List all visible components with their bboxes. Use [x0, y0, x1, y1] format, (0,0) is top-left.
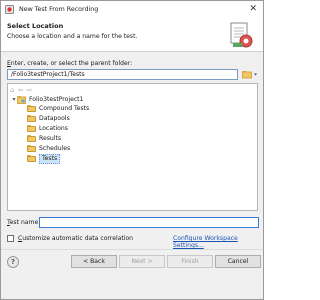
- folder-icon: [27, 125, 36, 132]
- tree-item-label: Schedules: [39, 145, 71, 152]
- tree-item-tests[interactable]: Tests: [27, 153, 61, 164]
- home-icon[interactable]: ⌂: [10, 86, 14, 94]
- tree-item-label: Compound Tests: [39, 105, 90, 112]
- wizard-header: Select Location Choose a location and a …: [1, 17, 263, 52]
- close-icon[interactable]: ✕: [249, 3, 257, 15]
- tree-item-schedules[interactable]: Schedules: [27, 144, 70, 153]
- data-correlation-checkbox[interactable]: [7, 235, 14, 242]
- parent-folder-prompt: Enter, create, or select the parent fold…: [7, 60, 132, 67]
- tree-item-label: Locations: [39, 125, 68, 132]
- data-correlation-option[interactable]: Customize automatic data correlation: [7, 235, 133, 242]
- page-title: Select Location: [7, 22, 64, 30]
- data-correlation-label: Customize automatic data correlation: [18, 235, 133, 242]
- test-wizard-banner-icon: [228, 21, 254, 49]
- page-description: Choose a location and a name for the tes…: [7, 33, 138, 40]
- tree-nav-bar: ⌂ ⇦ ⇨: [10, 86, 32, 94]
- prompt-text: nter, create, or select the parent folde…: [10, 60, 133, 67]
- wizard-window: New Test From Recording ✕ Select Locatio…: [0, 0, 264, 300]
- recorder-icon: [5, 4, 14, 14]
- folder-icon: [27, 135, 36, 142]
- next-button[interactable]: Next >: [119, 255, 165, 268]
- folder-picker-button[interactable]: [241, 69, 259, 80]
- title-bar: New Test From Recording ✕: [1, 1, 263, 17]
- tree-item-results[interactable]: Results: [27, 134, 61, 143]
- tree-item-label: Datapools: [39, 115, 70, 122]
- test-name-label: Test name:: [7, 219, 40, 226]
- checkbox-label-text: ustomize automatic data correlation: [22, 235, 134, 242]
- tree-item-project[interactable]: ▾ Folio3testProject1: [11, 95, 83, 104]
- configure-workspace-link[interactable]: Configure Workspace Settings...: [173, 235, 263, 249]
- tree-item-locations[interactable]: Locations: [27, 124, 68, 133]
- test-name-input[interactable]: [39, 217, 259, 228]
- finish-button[interactable]: Finish: [167, 255, 213, 268]
- parent-folder-input[interactable]: /Folio3testProject1/Tests: [7, 69, 238, 80]
- back-button[interactable]: < Back: [71, 255, 117, 268]
- tree-item-compound-tests[interactable]: Compound Tests: [27, 104, 89, 113]
- folder-icon: [27, 115, 36, 122]
- forward-arrow-icon[interactable]: ⇨: [26, 86, 32, 94]
- tree-item-label-selected: Tests: [39, 153, 61, 164]
- back-arrow-icon[interactable]: ⇦: [17, 86, 23, 94]
- tree-item-datapools[interactable]: Datapools: [27, 114, 70, 123]
- tree-item-label: Results: [39, 135, 62, 142]
- folder-tree[interactable]: ⌂ ⇦ ⇨ ▾ Folio3testProject1 Compound Test…: [7, 83, 258, 211]
- folder-icon: [27, 145, 36, 152]
- tree-item-label: Folio3testProject1: [29, 96, 84, 103]
- folder-icon: [27, 155, 36, 162]
- folder-icon: [27, 105, 36, 112]
- cancel-button[interactable]: Cancel: [215, 255, 261, 268]
- help-icon[interactable]: ?: [7, 256, 19, 268]
- test-name-label-text: est name:: [9, 219, 41, 226]
- window-title: New Test From Recording: [19, 5, 99, 13]
- project-icon: [17, 95, 26, 104]
- footer-divider: [1, 249, 263, 250]
